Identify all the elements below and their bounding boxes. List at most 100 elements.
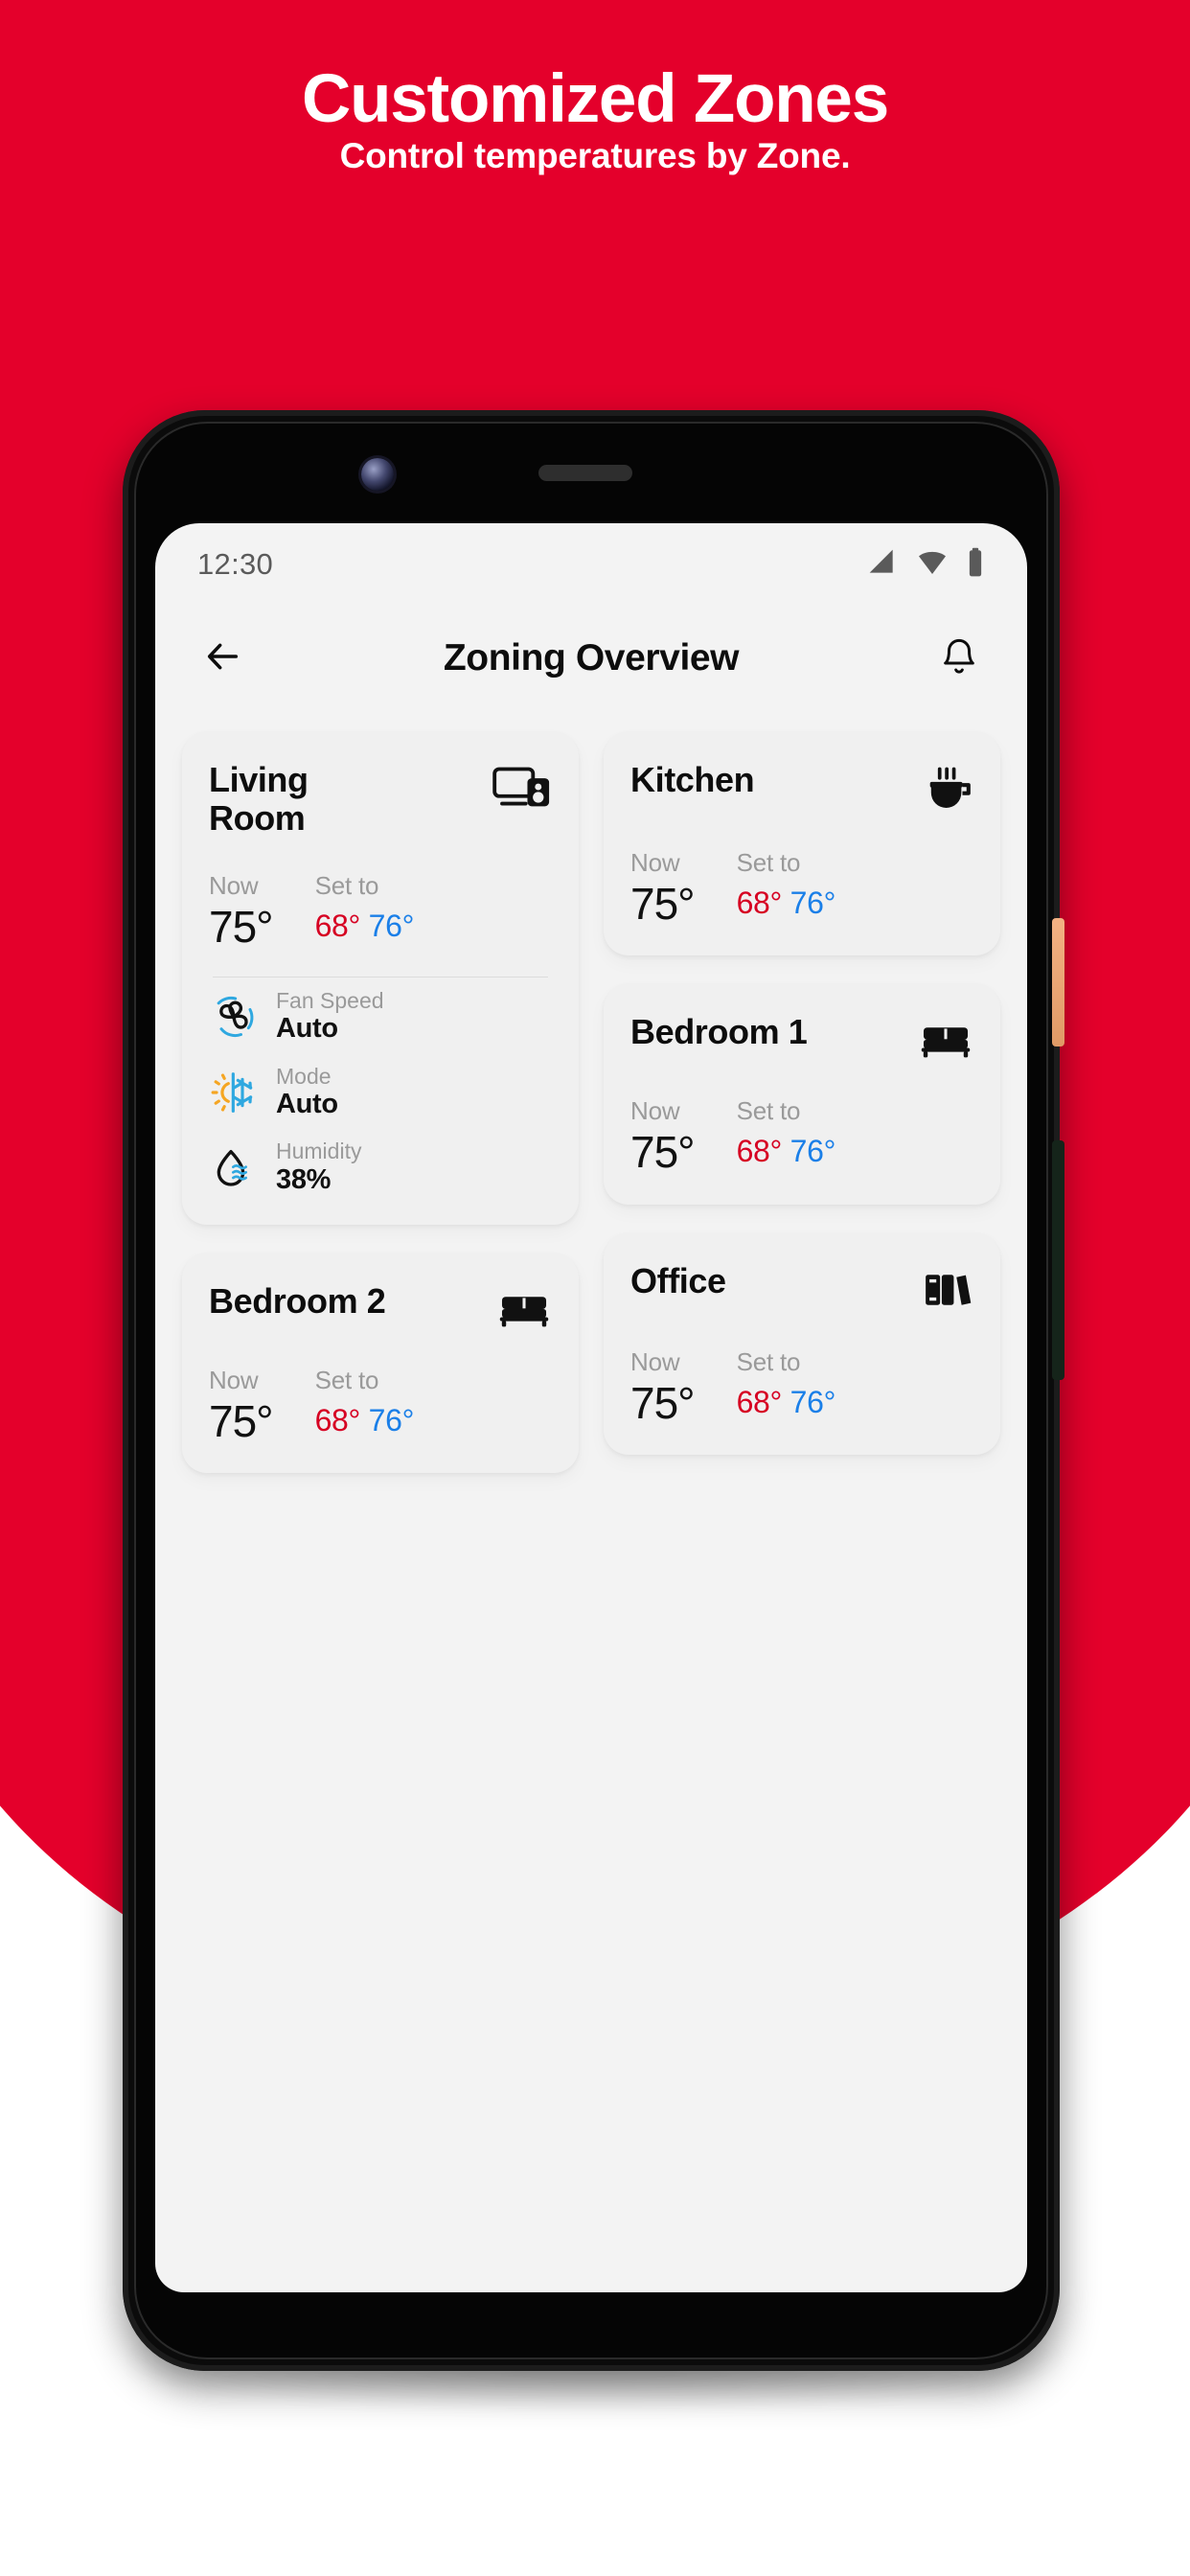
screenshot-root: Customized Zones Control temperatures by…: [0, 0, 1190, 2576]
now-label: Now: [630, 1096, 680, 1126]
bed-icon: [496, 1282, 552, 1337]
now-temperature-block: Now 75°: [630, 1096, 696, 1178]
setpoint-high: 76°: [790, 886, 836, 920]
setpoint-high: 76°: [368, 908, 415, 943]
now-value: 75°: [630, 1127, 696, 1178]
setpoint-block[interactable]: Set to 68° 76°: [315, 871, 415, 950]
set-to-label: Set to: [736, 1096, 801, 1126]
detail-label: Humidity: [276, 1138, 362, 1164]
setpoint-block[interactable]: Set to 68° 76°: [737, 848, 836, 927]
zone-name: Living Room: [209, 760, 309, 839]
card-header: Bedroom 1: [630, 1012, 973, 1068]
detail-value: Auto: [276, 1088, 338, 1119]
status-bar: 12:30: [155, 523, 1027, 606]
detail-rows: Fan Speed Auto Mode Auto Humidity 38%: [209, 987, 552, 1196]
setpoint-values: 68° 76°: [737, 1129, 836, 1173]
zone-card-bedroom-1[interactable]: Bedroom 1 Now 75° Set to 68° 76°: [604, 984, 1000, 1205]
setpoint-block[interactable]: Set to 68° 76°: [315, 1366, 415, 1444]
setpoint-low: 68°: [736, 1384, 783, 1419]
zone-grid: Living Room Now 75° Set to 68° 76° Fan S…: [155, 711, 1027, 1474]
setpoint-low: 68°: [314, 908, 361, 943]
setpoint-high: 76°: [368, 1402, 415, 1438]
page-title: Zoning Overview: [443, 637, 740, 678]
temperature-row: Now 75° Set to 68° 76°: [630, 1096, 973, 1175]
detail-row-fan-speed[interactable]: Fan Speed Auto: [209, 987, 552, 1046]
set-to-label: Set to: [736, 848, 801, 877]
detail-value: 38%: [276, 1163, 332, 1195]
zone-card-office[interactable]: Office Now 75° Set to 68° 76°: [604, 1232, 1000, 1455]
wifi-icon: [915, 547, 950, 583]
now-label: Now: [209, 870, 259, 900]
bell-icon: [939, 635, 979, 682]
now-label: Now: [209, 1365, 259, 1394]
sun-snow-icon: [209, 1068, 259, 1117]
setpoint-block[interactable]: Set to 68° 76°: [737, 1347, 836, 1426]
set-to-label: Set to: [314, 1365, 379, 1394]
detail-label: Fan Speed: [276, 987, 384, 1013]
now-temperature-block: Now 75°: [209, 870, 274, 952]
zone-card-living-room[interactable]: Living Room Now 75° Set to 68° 76° Fan S…: [182, 732, 579, 1225]
zone-name: Office: [630, 1260, 726, 1300]
fan-icon: [209, 992, 259, 1042]
earpiece-speaker-icon: [538, 465, 632, 481]
app-bar: Zoning Overview: [155, 606, 1027, 711]
zone-card-bedroom-2[interactable]: Bedroom 2 Now 75° Set to 68° 76°: [182, 1253, 579, 1474]
now-value: 75°: [630, 1377, 696, 1428]
now-value: 75°: [209, 1395, 274, 1446]
set-to-label: Set to: [314, 870, 379, 900]
card-header: Living Room: [209, 760, 552, 839]
setpoint-high: 76°: [790, 1134, 836, 1169]
setpoint-values: 68° 76°: [737, 881, 836, 925]
card-header: Bedroom 2: [209, 1280, 552, 1337]
temperature-row: Now 75° Set to 68° 76°: [630, 1347, 973, 1426]
setpoint-values: 68° 76°: [737, 1380, 836, 1424]
now-value: 75°: [209, 901, 274, 952]
back-button[interactable]: [194, 629, 253, 688]
now-temperature-block: Now 75°: [630, 848, 696, 929]
bed-icon: [918, 1013, 973, 1068]
zone-name: Bedroom 1: [630, 1012, 808, 1052]
phone-volume-button[interactable]: [1052, 1140, 1064, 1380]
battery-icon: [966, 547, 985, 583]
now-temperature-block: Now 75°: [209, 1365, 274, 1446]
phone-power-button[interactable]: [1052, 918, 1064, 1046]
front-camera-icon: [361, 458, 394, 491]
setpoint-low: 68°: [736, 1134, 783, 1169]
zone-column-left: Living Room Now 75° Set to 68° 76° Fan S…: [182, 732, 579, 1474]
detail-row-mode[interactable]: Mode Auto: [209, 1063, 552, 1121]
card-divider: [213, 976, 548, 978]
back-arrow-icon: [200, 637, 246, 680]
zone-name: Kitchen: [630, 760, 755, 799]
temperature-row: Now 75° Set to 68° 76°: [209, 1366, 552, 1444]
temperature-row: Now 75° Set to 68° 76°: [630, 848, 973, 927]
status-time: 12:30: [197, 547, 274, 581]
detail-text: Humidity 38%: [276, 1138, 362, 1196]
setpoint-low: 68°: [736, 886, 783, 920]
setpoint-values: 68° 76°: [315, 904, 415, 948]
setpoint-low: 68°: [314, 1402, 361, 1438]
humidity-icon: [209, 1143, 259, 1193]
books-icon: [922, 1262, 973, 1319]
signal-icon: [866, 547, 899, 583]
detail-text: Mode Auto: [276, 1063, 338, 1121]
now-label: Now: [630, 1346, 680, 1376]
tv-speaker-icon: [492, 761, 552, 819]
set-to-label: Set to: [736, 1346, 801, 1376]
detail-label: Mode: [276, 1063, 332, 1089]
notifications-button[interactable]: [929, 629, 989, 688]
phone-screen: 12:30 Zoning Overview Living Room Now 75…: [155, 523, 1027, 2292]
coffee-cup-icon: [924, 761, 973, 819]
card-header: Kitchen: [630, 760, 973, 819]
now-value: 75°: [630, 879, 696, 929]
now-temperature-block: Now 75°: [630, 1346, 696, 1428]
zone-card-kitchen[interactable]: Kitchen Now 75° Set to 68° 76°: [604, 732, 1000, 956]
zone-column-right: Kitchen Now 75° Set to 68° 76° Bedroom 1…: [604, 732, 1000, 1473]
card-header: Office: [630, 1260, 973, 1319]
status-icons: [866, 547, 985, 583]
setpoint-block[interactable]: Set to 68° 76°: [737, 1096, 836, 1175]
detail-value: Auto: [276, 1013, 338, 1045]
now-label: Now: [630, 848, 680, 877]
setpoint-values: 68° 76°: [315, 1398, 415, 1442]
detail-row-humidity[interactable]: Humidity 38%: [209, 1138, 552, 1196]
zone-name: Bedroom 2: [209, 1280, 386, 1321]
